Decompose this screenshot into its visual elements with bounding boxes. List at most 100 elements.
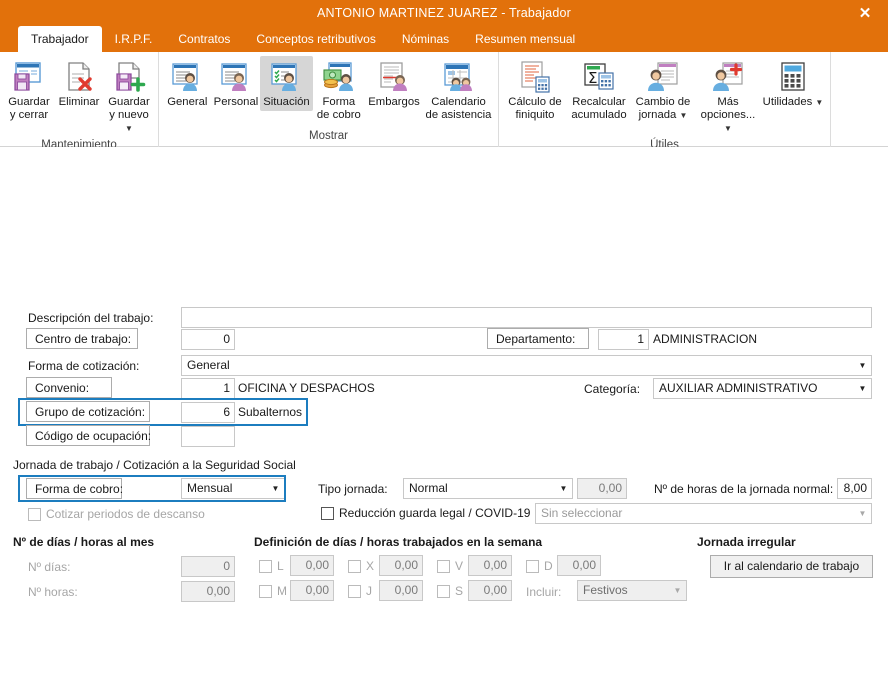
save-new-icon [112,59,146,95]
codigo-ocupacion-input[interactable] [181,426,235,447]
n-horas-input: 0,00 [181,581,235,602]
dia-V-input: 0,00 [468,555,512,576]
chevron-down-icon[interactable]: ▼ [854,379,871,398]
ribbon-item-label: Cálculo de finiquito [508,96,562,121]
centro-trabajo-button[interactable]: Centro de trabajo: [26,328,138,349]
convenio-input[interactable]: 1 [181,378,235,399]
forma-cobro-button[interactable]: Forma de cobro: [26,478,123,499]
horas-jornada-normal-input[interactable]: 8,00 [837,478,872,499]
incluir-select[interactable]: Festivos ▼ [577,580,687,601]
tab-nominas[interactable]: Nóminas [389,26,462,52]
tab-strip: Trabajador I.R.P.F. Contratos Conceptos … [0,26,888,52]
codigo-ocupacion-button[interactable]: Código de ocupación: [26,425,151,446]
mas-opciones-button[interactable]: Más opciones... ▼ [695,56,761,137]
chevron-down-icon[interactable]: ▼ [669,581,686,600]
dia-J-input: 0,00 [379,580,423,601]
ribbon-item-label: Eliminar [58,96,100,108]
ribbon-item-label: Recalcular acumulado [571,96,627,121]
cotizar-descanso-checkbox[interactable]: Cotizar periodos de descanso [28,507,205,521]
dia-D-checkbox[interactable]: D [526,559,553,573]
garnishment-icon [377,59,411,95]
chevron-down-icon[interactable]: ▼ [267,479,284,498]
ribbon-item-label: Calendario de asistencia [425,96,492,121]
checkbox-box[interactable] [437,584,450,598]
calendario-asistencia-button[interactable]: Calendario de asistencia [423,56,494,124]
forma-de-cobro-button[interactable]: Forma de cobro [313,56,365,124]
cambio-jornada-button[interactable]: Cambio de jornada ▼ [631,56,695,124]
ribbon-toolbar: Guardar y cerrar Eliminar Guardar y nuev… [0,52,888,151]
ribbon-group-mostrar: General Personal Situación Forma de cobr… [158,52,498,147]
delete-icon [62,59,96,95]
person-personal-icon [219,59,253,95]
tab-contratos[interactable]: Contratos [165,26,243,52]
forma-cotizacion-label: Forma de cotización: [28,359,140,373]
dia-V-checkbox[interactable]: V [437,559,463,573]
tab-trabajador[interactable]: Trabajador [18,26,102,52]
calculo-finiquito-button[interactable]: Cálculo de finiquito [503,56,567,124]
checkbox-box[interactable] [526,559,539,573]
ribbon-group-spacer [830,52,888,147]
dia-D-code: D [544,559,553,573]
dia-V-code: V [455,559,464,573]
chevron-down-icon[interactable]: ▼ [815,98,823,107]
chevron-down-icon[interactable]: ▼ [679,111,687,120]
ir-al-calendario-button[interactable]: Ir al calendario de trabajo [710,555,873,578]
personal-button[interactable]: Personal [212,56,261,111]
chevron-down-icon[interactable]: ▼ [125,124,133,133]
mes-section-title: Nº de días / horas al mes [13,535,155,549]
grupo-cotizacion-input[interactable]: 6 [181,402,235,423]
checkbox-box[interactable] [437,559,450,573]
svg-text:Σ: Σ [588,69,597,87]
situacion-button[interactable]: Situación [260,56,313,111]
close-icon[interactable]: ✕ [842,0,888,26]
tab-conceptos-retributivos[interactable]: Conceptos retributivos [243,26,388,52]
departamento-button[interactable]: Departamento: [487,328,589,349]
departamento-input[interactable]: 1 [598,329,649,350]
dia-S-checkbox[interactable]: S [437,584,463,598]
dia-L-checkbox[interactable]: L [259,559,284,573]
general-button[interactable]: General [163,56,212,111]
utilities-icon [776,59,810,95]
grupo-cotizacion-button[interactable]: Grupo de cotización: [26,401,150,422]
chevron-down-icon[interactable]: ▼ [724,124,732,133]
recalcular-acumulado-button[interactable]: Σ Recalcular acumulado [567,56,631,124]
horas-jornada-normal-label: Nº de horas de la jornada normal: [654,482,834,496]
centro-trabajo-input[interactable]: 0 [181,329,235,350]
embargos-button[interactable]: Embargos [365,56,423,111]
checkbox-box[interactable] [28,507,41,521]
reduccion-guarda-legal-checkbox[interactable]: Reducción guarda legal / COVID-19 [321,506,530,520]
reduccion-select[interactable]: Sin seleccionar ▼ [535,503,872,524]
dia-J-checkbox[interactable]: J [348,584,372,598]
tab-irpf[interactable]: I.R.P.F. [102,26,166,52]
descripcion-trabajo-input[interactable] [181,307,872,328]
more-options-icon [711,59,745,95]
delete-button[interactable]: Eliminar [54,56,104,111]
chevron-down-icon[interactable]: ▼ [854,504,871,523]
tipo-jornada-select[interactable]: Normal ▼ [403,478,573,499]
save-and-new-button[interactable]: Guardar y nuevo ▼ [104,56,154,137]
shift-change-icon [646,59,680,95]
utilidades-button[interactable]: Utilidades ▼ [761,56,825,111]
tipo-jornada-value: Normal [409,481,448,495]
dia-M-checkbox[interactable]: M [259,584,287,598]
checkbox-box[interactable] [348,584,361,598]
checkbox-box[interactable] [348,559,361,573]
chevron-down-icon[interactable]: ▼ [854,356,871,375]
forma-cotizacion-select[interactable]: General ▼ [181,355,872,376]
chevron-down-icon[interactable]: ▼ [555,479,572,498]
save-and-close-button[interactable]: Guardar y cerrar [4,56,54,124]
forma-cotizacion-value: General [187,358,230,372]
grupo-cotizacion-text: Subalternos [238,405,303,419]
checkbox-box[interactable] [259,584,272,598]
dia-L-code: L [277,559,284,573]
categoria-select[interactable]: AUXILIAR ADMINISTRATIVO ▼ [653,378,872,399]
checkbox-box[interactable] [259,559,272,573]
convenio-button[interactable]: Convenio: [26,377,112,398]
departamento-text: ADMINISTRACION [653,332,758,346]
forma-cobro-select[interactable]: Mensual ▼ [181,478,285,499]
dia-X-checkbox[interactable]: X [348,559,374,573]
tab-resumen-mensual[interactable]: Resumen mensual [462,26,588,52]
ribbon-item-label: Cambio de jornada ▼ [635,96,691,121]
dia-X-input: 0,00 [379,555,423,576]
checkbox-box[interactable] [321,506,334,520]
